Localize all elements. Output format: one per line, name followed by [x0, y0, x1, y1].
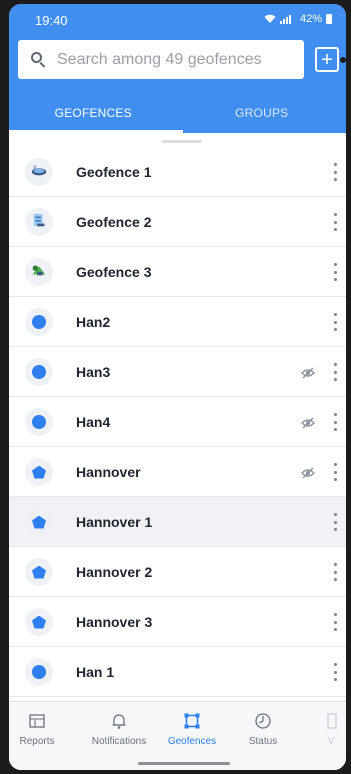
- signal-icon: [279, 15, 291, 24]
- building-icon: [30, 211, 48, 234]
- geofence-avatar: [25, 508, 53, 536]
- geofence-name: Geofence 3: [76, 263, 152, 280]
- tab-geofences[interactable]: GEOFENCES: [9, 92, 178, 133]
- circle-icon: [32, 315, 46, 329]
- list-item[interactable]: Han3: [9, 347, 346, 397]
- nav-geofences[interactable]: Geofences: [156, 712, 228, 747]
- nav-reports[interactable]: Reports: [9, 712, 73, 747]
- nav-notifications[interactable]: Notifications: [83, 712, 155, 747]
- nav-label: Reports: [19, 736, 55, 747]
- circle-icon: [32, 665, 46, 679]
- geofence-name: Geofence 1: [76, 163, 152, 180]
- geofence-name: Geofence 2: [76, 213, 152, 230]
- top-bar: 19:40 42% + GEOFENCES GROUPS: [9, 4, 346, 133]
- geofence-avatar: [25, 208, 53, 236]
- nav-label: Notifications: [91, 736, 147, 747]
- geofence-avatar: [25, 558, 53, 586]
- list-item[interactable]: Han4: [9, 397, 346, 447]
- geofence-avatar: [25, 408, 53, 436]
- search-icon: [31, 51, 47, 68]
- active-tab-indicator: [9, 130, 183, 133]
- battery-icon: [326, 14, 332, 24]
- more-vert-icon[interactable]: [333, 413, 337, 431]
- search-bar[interactable]: [18, 40, 304, 79]
- more-vert-icon[interactable]: [333, 213, 337, 231]
- geofence-name: Han2: [76, 313, 111, 330]
- list-item[interactable]: Hannover: [9, 447, 346, 497]
- geofence-avatar: [25, 608, 53, 636]
- geofence-name: Hannover: [76, 463, 141, 480]
- geofence-avatar: [25, 308, 53, 336]
- polygon-icon: [32, 615, 46, 629]
- geofence-name: Hannover 2: [76, 563, 153, 580]
- geofence-avatar: [25, 658, 53, 686]
- bell-icon: [110, 712, 128, 730]
- hidden-eye-icon[interactable]: [301, 366, 315, 379]
- more-vert-icon[interactable]: [333, 463, 337, 481]
- list-item[interactable]: Geofence 3: [9, 247, 346, 297]
- geofence-name: Han4: [76, 413, 111, 430]
- geofence-name: Hannover 3: [76, 613, 153, 630]
- more-vert-icon[interactable]: [333, 663, 337, 681]
- pointer-dot: [340, 57, 346, 63]
- stadium-icon: [30, 161, 48, 184]
- status-icon: [254, 712, 272, 730]
- geofence-avatar: [25, 258, 53, 286]
- home-indicator: [138, 762, 230, 765]
- search-input[interactable]: [57, 50, 297, 69]
- list-item[interactable]: Han 1: [9, 647, 346, 697]
- nav-label: Geofences: [167, 736, 217, 747]
- list-item[interactable]: Hannover 2: [9, 547, 346, 597]
- geofence-name: Han3: [76, 363, 111, 380]
- status-bar: 19:40 42%: [9, 4, 346, 34]
- list-item[interactable]: Geofence 1: [9, 147, 346, 197]
- tab-bar: GEOFENCES GROUPS: [9, 92, 346, 133]
- bottom-navigation: Reports Notifications Geofences Status V: [9, 701, 346, 770]
- circle-icon: [32, 415, 46, 429]
- sheet-grabber[interactable]: [162, 140, 202, 143]
- polygon-icon: [32, 465, 46, 479]
- more-vert-icon[interactable]: [333, 513, 337, 531]
- nav-v[interactable]: V: [295, 712, 346, 747]
- hidden-eye-icon[interactable]: [301, 466, 315, 479]
- geofence-avatar: [25, 358, 53, 386]
- status-indicators: 42%: [264, 13, 332, 25]
- nav-status[interactable]: Status: [227, 712, 299, 747]
- wifi-icon: [264, 14, 276, 23]
- nav-label: Status: [248, 736, 278, 747]
- add-geofence-button[interactable]: +: [315, 47, 339, 72]
- nav-label: V: [327, 736, 335, 747]
- geofence-list: Geofence 1 Geofence 2 Geofence 3 Han2 Han3 Ha…: [9, 147, 346, 697]
- hidden-eye-icon[interactable]: [301, 416, 315, 429]
- geofence-avatar: [25, 458, 53, 486]
- list-item[interactable]: Han2: [9, 297, 346, 347]
- polygon-icon: [32, 515, 46, 529]
- list-item[interactable]: Hannover 1: [9, 497, 346, 547]
- polygon-icon: [32, 565, 46, 579]
- app-screen: 19:40 42% + GEOFENCES GROUPS Geofence 1G…: [9, 4, 346, 770]
- geofence-name: Han 1: [76, 663, 115, 680]
- reports-icon: [28, 712, 46, 730]
- circle-icon: [32, 365, 46, 379]
- more-vert-icon[interactable]: [333, 313, 337, 331]
- geofence-avatar: [25, 158, 53, 186]
- more-vert-icon[interactable]: [333, 163, 337, 181]
- geofences-icon: [183, 712, 201, 730]
- status-time: 19:40: [35, 13, 68, 28]
- more-vert-icon[interactable]: [333, 263, 337, 281]
- more-vert-icon[interactable]: [333, 613, 337, 631]
- battery-percent: 42%: [299, 13, 322, 25]
- list-item[interactable]: Hannover 3: [9, 597, 346, 647]
- more-vert-icon[interactable]: [333, 563, 337, 581]
- park-icon: [30, 261, 48, 284]
- tab-groups[interactable]: GROUPS: [178, 92, 347, 133]
- more-icon: [322, 712, 340, 730]
- more-vert-icon[interactable]: [333, 363, 337, 381]
- geofence-name: Hannover 1: [76, 513, 153, 530]
- list-item[interactable]: Geofence 2: [9, 197, 346, 247]
